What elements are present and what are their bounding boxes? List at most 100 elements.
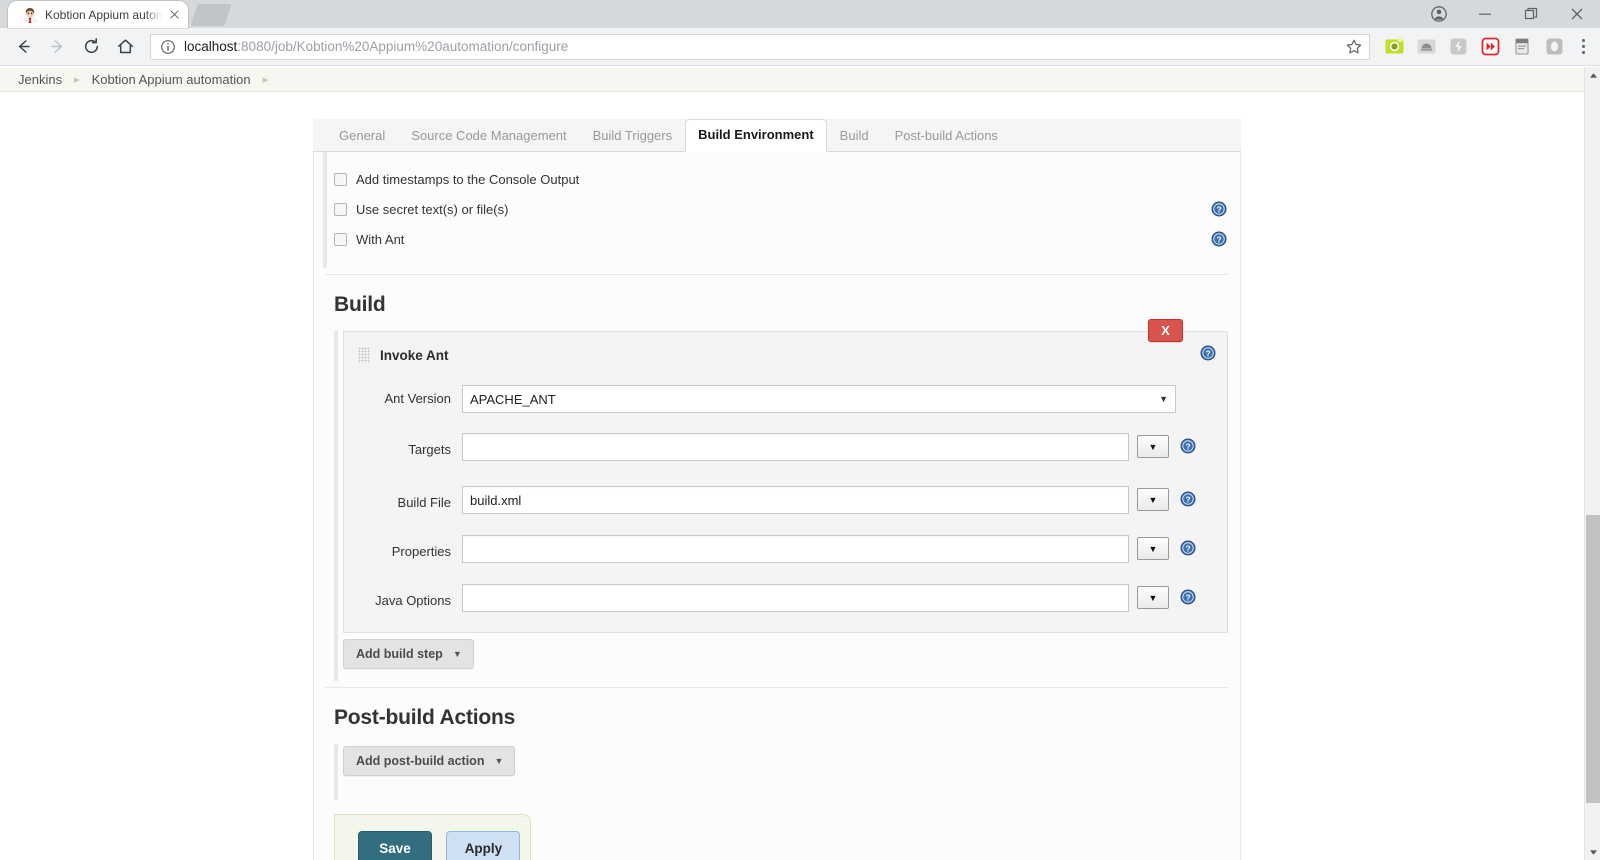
- build-section-title: Build: [334, 293, 386, 316]
- profile-icon[interactable]: [1416, 0, 1462, 28]
- checkbox-row-secret-text[interactable]: Use secret text(s) or file(s) ?: [334, 194, 1240, 224]
- delete-build-step-button[interactable]: X: [1148, 319, 1183, 342]
- build-step-invoke-ant: Invoke Ant X ? Ant Version APACHE_ANT ▼ …: [343, 319, 1228, 633]
- tab-strip: Kobtion Appium automa: [0, 0, 1600, 28]
- svg-text:?: ?: [1216, 205, 1221, 215]
- chevron-down-icon: ▼: [1159, 394, 1168, 404]
- tab-title: Kobtion Appium automa: [45, 7, 162, 22]
- help-icon-secret-text[interactable]: ?: [1211, 201, 1227, 217]
- tab-close-icon[interactable]: [166, 7, 182, 23]
- address-bar[interactable]: localhost:8080/job/Kobtion%20Appium%20au…: [150, 33, 1370, 60]
- help-icon-with-ant[interactable]: ?: [1211, 231, 1227, 247]
- add-build-step-button[interactable]: Add build step ▼: [343, 639, 474, 669]
- checkbox-use-secret-text[interactable]: [334, 202, 347, 216]
- address-host: localhost: [184, 39, 238, 54]
- input-java-options[interactable]: [462, 584, 1129, 612]
- select-ant-version-value: APACHE_ANT: [470, 391, 556, 407]
- checkbox-row-with-ant[interactable]: With Ant ?: [334, 224, 1240, 254]
- breadcrumb-item-jenkins[interactable]: Jenkins: [18, 72, 62, 87]
- add-build-step-label: Add build step: [356, 647, 443, 661]
- scroll-up-icon[interactable]: [1585, 67, 1600, 83]
- select-ant-version[interactable]: APACHE_ANT ▼: [462, 385, 1176, 413]
- label-targets: Targets: [408, 442, 451, 457]
- jenkins-butler-favicon: [22, 7, 38, 23]
- window-controls: [1416, 0, 1600, 28]
- checkbox-add-timestamps[interactable]: [334, 172, 347, 186]
- config-tab-bar: General Source Code Management Build Tri…: [313, 119, 1241, 152]
- svg-text:?: ?: [1216, 235, 1221, 245]
- dropdown-button-java-options[interactable]: ▼: [1137, 586, 1169, 609]
- lightning-extension-icon[interactable]: [1444, 33, 1472, 61]
- tab-general[interactable]: General: [326, 120, 398, 152]
- help-icon-invoke-ant[interactable]: ?: [1200, 345, 1216, 361]
- input-build-file[interactable]: [462, 486, 1129, 514]
- page-info-icon[interactable]: [160, 39, 176, 55]
- field-row-ant-version: Ant Version APACHE_ANT ▼: [344, 376, 1227, 420]
- page-scrollbar[interactable]: [1584, 67, 1600, 860]
- add-post-build-action-label: Add post-build action: [356, 754, 485, 768]
- svg-text:?: ?: [1185, 442, 1190, 452]
- help-icon-targets[interactable]: ?: [1180, 438, 1196, 454]
- help-icon-java-options[interactable]: ?: [1180, 589, 1196, 605]
- label-properties: Properties: [391, 544, 451, 559]
- help-icon-build-file[interactable]: ?: [1180, 491, 1196, 507]
- reload-icon[interactable]: [76, 32, 106, 62]
- form-action-bar: Save Apply: [334, 814, 531, 860]
- input-targets[interactable]: [462, 433, 1129, 461]
- checkbox-row-timestamps[interactable]: Add timestamps to the Console Output: [334, 164, 1240, 194]
- dropdown-button-targets[interactable]: ▼: [1137, 435, 1169, 458]
- dropdown-button-build-file[interactable]: ▼: [1137, 488, 1169, 511]
- minimize-icon[interactable]: [1462, 0, 1508, 28]
- screenshot-extension-icon[interactable]: [1380, 33, 1408, 61]
- extension-icons: [1378, 33, 1570, 61]
- help-icon-properties[interactable]: ?: [1180, 540, 1196, 556]
- back-arrow-icon[interactable]: [8, 32, 38, 62]
- drag-handle-icon[interactable]: [358, 347, 370, 363]
- svg-text:?: ?: [1185, 593, 1190, 603]
- breadcrumb: Jenkins ▸ Kobtion Appium automation ▸: [0, 67, 1584, 92]
- save-button[interactable]: Save: [358, 831, 432, 860]
- home-icon[interactable]: [110, 32, 140, 62]
- forward-arrow-icon: [42, 32, 72, 62]
- fast-forward-extension-icon[interactable]: [1476, 33, 1504, 61]
- scroll-down-icon[interactable]: [1585, 844, 1600, 860]
- build-step-container: Invoke Ant X ? Ant Version APACHE_ANT ▼ …: [334, 319, 1240, 633]
- build-step-title: Invoke Ant: [380, 347, 449, 363]
- dropdown-button-properties[interactable]: ▼: [1137, 537, 1169, 560]
- android-extension-icon[interactable]: [1412, 33, 1440, 61]
- maximize-icon[interactable]: [1508, 0, 1554, 28]
- field-row-java-options: Java Options ▼ ?: [344, 563, 1227, 632]
- window-close-icon[interactable]: [1554, 0, 1600, 28]
- checkbox-with-ant[interactable]: [334, 232, 347, 246]
- apply-button[interactable]: Apply: [446, 831, 521, 860]
- tab-post-build-actions[interactable]: Post-build Actions: [882, 120, 1011, 152]
- clipboard-extension-icon[interactable]: [1508, 33, 1536, 61]
- checkbox-label-use-secret-text: Use secret text(s) or file(s): [356, 201, 509, 217]
- build-environment-options: Add timestamps to the Console Output Use…: [323, 152, 1240, 268]
- field-row-properties: Properties ▼ ?: [344, 514, 1227, 563]
- svg-text:?: ?: [1185, 544, 1190, 554]
- build-step-header: Invoke Ant X ?: [344, 319, 1227, 376]
- browser-tab[interactable]: Kobtion Appium automa: [8, 1, 188, 28]
- chrome-menu-icon[interactable]: [1572, 33, 1594, 61]
- star-icon[interactable]: [1345, 38, 1363, 56]
- breadcrumb-separator-2: ▸: [262, 73, 269, 86]
- oval-extension-icon[interactable]: [1540, 33, 1568, 61]
- add-post-build-action-button[interactable]: Add post-build action ▼: [343, 746, 516, 776]
- browser-toolbar: localhost:8080/job/Kobtion%20Appium%20au…: [0, 28, 1600, 66]
- field-row-build-file: Build File ▼ ?: [344, 464, 1227, 514]
- tab-build-triggers[interactable]: Build Triggers: [580, 120, 685, 152]
- tab-build-environment[interactable]: Build Environment: [685, 119, 827, 152]
- svg-text:?: ?: [1205, 349, 1210, 359]
- chevron-down-icon-add-build-step: ▼: [452, 649, 462, 659]
- breadcrumb-item-job[interactable]: Kobtion Appium automation: [92, 72, 251, 87]
- label-ant-version: Ant Version: [384, 391, 452, 406]
- config-table: Add timestamps to the Console Output Use…: [313, 152, 1241, 860]
- job-config-form: General Source Code Management Build Tri…: [313, 119, 1241, 860]
- new-tab-button[interactable]: [190, 4, 232, 26]
- checkbox-label-with-ant: With Ant: [356, 231, 405, 247]
- scrollbar-thumb[interactable]: [1586, 515, 1600, 803]
- tab-build[interactable]: Build: [827, 120, 882, 152]
- input-properties[interactable]: [462, 535, 1129, 563]
- tab-source-code-management[interactable]: Source Code Management: [398, 120, 579, 152]
